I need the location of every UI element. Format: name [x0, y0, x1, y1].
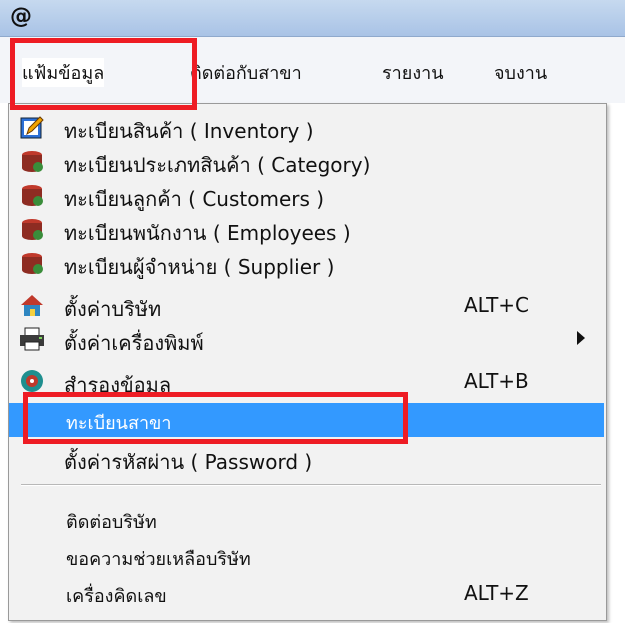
menu-item-calculator[interactable]: เครื่องคิดเลข ALT+Z [9, 576, 604, 610]
backup-icon [21, 370, 43, 392]
edit-icon [20, 116, 44, 139]
shortcut-label: ALT+C [464, 293, 530, 317]
file-menu-dropdown: ทะเบียนสินค้า ( Inventory ) ทะเบียนประเภ… [8, 103, 607, 621]
printer-icon [20, 327, 44, 351]
menu-item-password-settings[interactable]: ตั้งค่ารหัสผ่าน ( Password ) [9, 441, 604, 475]
menu-item-label: ตั้งค่าเครื่องพิมพ์ [64, 331, 204, 355]
menu-item-label: ตั้งค่ารหัสผ่าน ( Password ) [64, 450, 313, 474]
title-bar: @ [0, 0, 625, 37]
menu-item-employees[interactable]: ทะเบียนพนักงาน ( Employees ) [9, 212, 604, 246]
menu-branch-contact[interactable]: ติดต่อกับสาขา [190, 58, 302, 87]
annotation-highlight-file-menu [10, 38, 197, 110]
menu-item-label: ทะเบียนลูกค้า ( Customers ) [64, 187, 325, 211]
database-icon [22, 151, 43, 172]
menu-item-label: ขอความช่วยเหลือบริษัท [66, 549, 251, 570]
database-icon [22, 219, 43, 240]
shortcut-label: ALT+B [464, 369, 529, 393]
menu-item-company-help[interactable]: ขอความช่วยเหลือบริษัท [9, 539, 604, 573]
menu-item-customers[interactable]: ทะเบียนลูกค้า ( Customers ) [9, 178, 604, 212]
menu-item-label: ตั้งค่าบริษัท [64, 297, 162, 321]
menu-reports[interactable]: รายงาน [382, 58, 444, 87]
menu-item-label: ทะเบียนผู้จำหน่าย ( Supplier ) [64, 255, 335, 279]
database-icon [22, 253, 43, 274]
menu-item-inventory[interactable]: ทะเบียนสินค้า ( Inventory ) [9, 110, 604, 144]
menu-exit[interactable]: จบงาน [494, 58, 547, 87]
menu-item-contact-company[interactable]: ติดต่อบริษัท [9, 502, 604, 536]
menu-item-label: ทะเบียนประเภทสินค้า ( Category) [64, 153, 371, 177]
menu-item-label: ติดต่อบริษัท [66, 512, 157, 533]
shortcut-label: ALT+Z [464, 581, 529, 605]
menu-item-label: ทะเบียนสินค้า ( Inventory ) [64, 119, 314, 143]
annotation-highlight-branch-item [23, 392, 408, 444]
menu-item-supplier[interactable]: ทะเบียนผู้จำหน่าย ( Supplier ) [9, 246, 604, 280]
menu-item-printer-settings[interactable]: ตั้งค่าเครื่องพิมพ์ [9, 322, 604, 356]
menu-item-company-settings[interactable]: ตั้งค่าบริษัท ALT+C [9, 288, 604, 322]
menu-item-label: เครื่องคิดเลข [66, 586, 167, 607]
submenu-arrow-icon [577, 331, 585, 345]
menu-item-label: ทะเบียนพนักงาน ( Employees ) [64, 221, 351, 245]
menu-item-category[interactable]: ทะเบียนประเภทสินค้า ( Category) [9, 144, 604, 178]
house-icon [21, 295, 43, 316]
app-icon: @ [10, 4, 32, 29]
menu-separator [21, 484, 601, 486]
database-icon [22, 185, 43, 206]
